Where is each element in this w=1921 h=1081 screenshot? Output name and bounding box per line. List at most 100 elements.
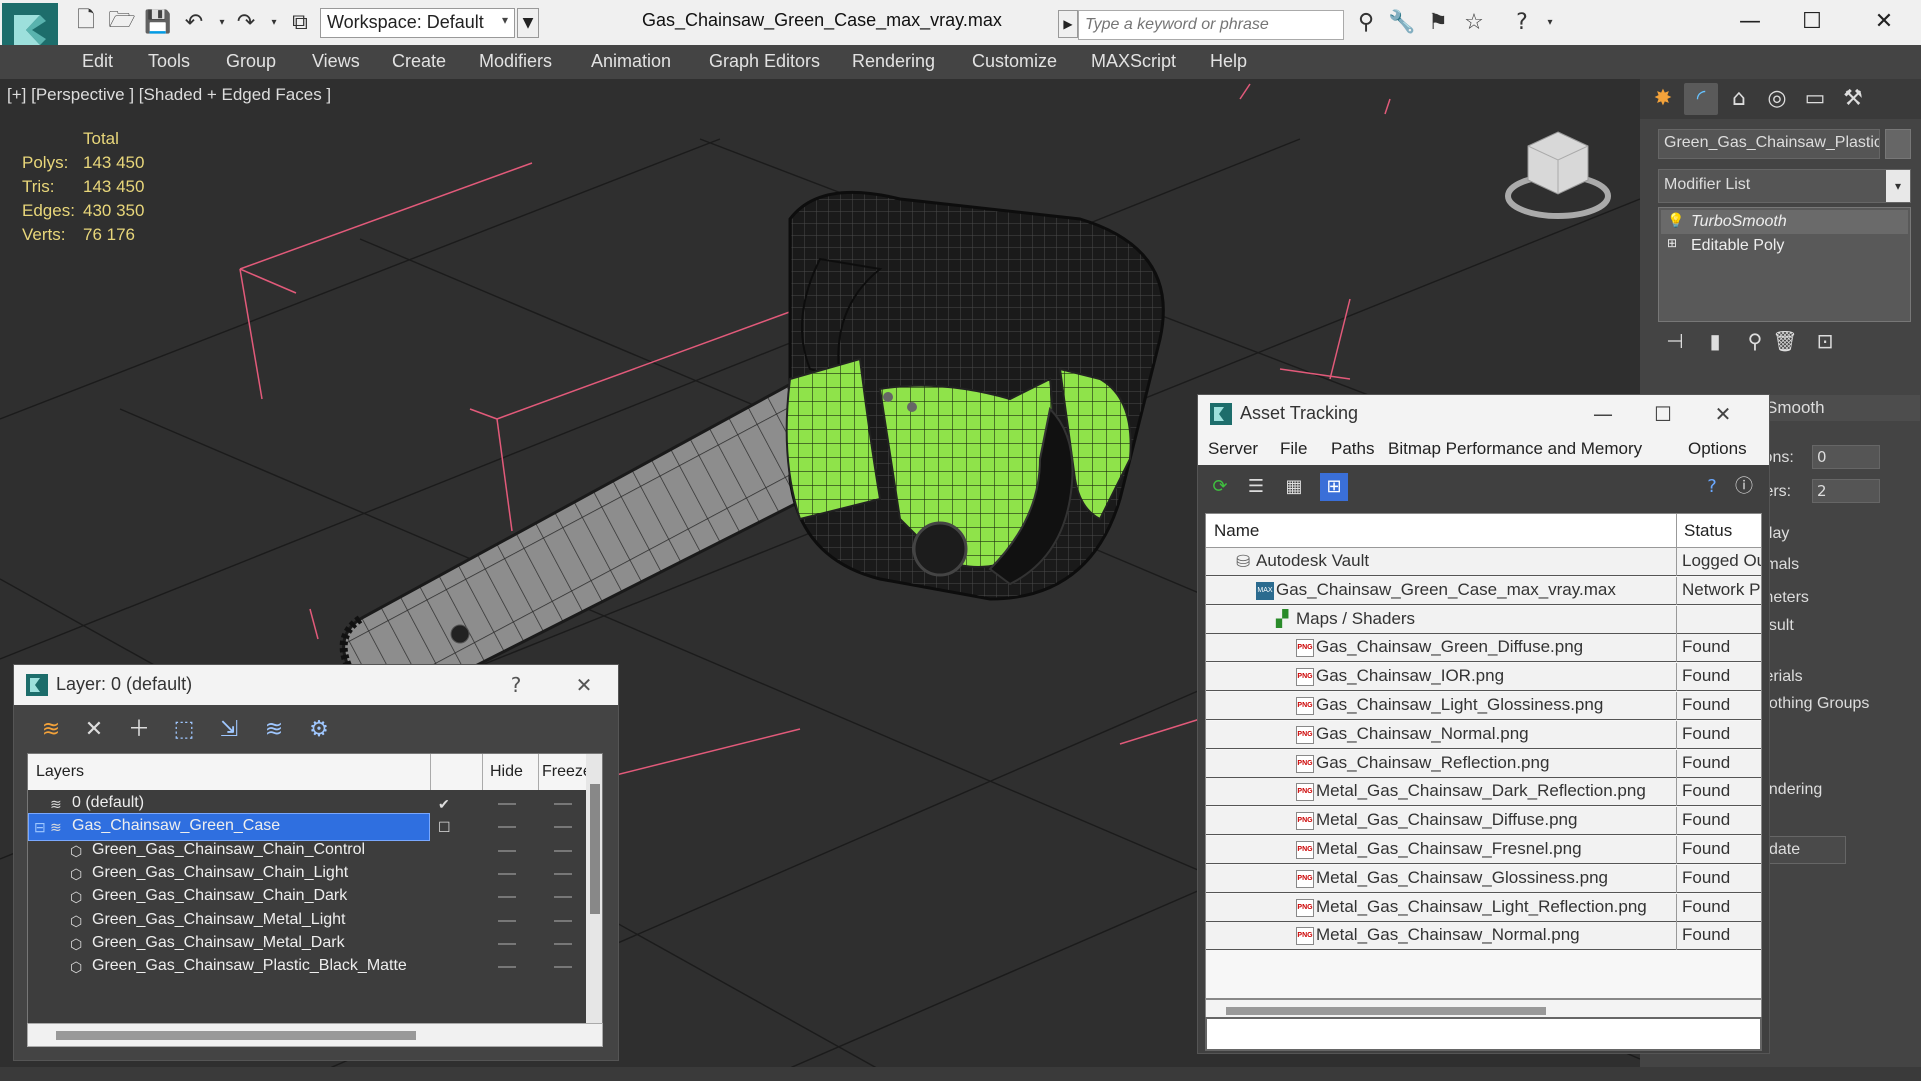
open-folder-icon[interactable]: 🗁 (108, 8, 136, 36)
select-layer-icon[interactable]: ⇲ (214, 715, 244, 745)
horizontal-scrollbar[interactable] (27, 1023, 603, 1047)
add-to-layer-icon[interactable]: ＋ (124, 715, 154, 745)
column-separator[interactable] (482, 754, 483, 790)
column-separator[interactable] (538, 754, 539, 790)
help-button[interactable]: ? (498, 670, 534, 700)
freeze-toggle[interactable] (554, 826, 572, 829)
freeze-toggle[interactable] (554, 849, 572, 852)
undo-icon[interactable]: ↶ (180, 8, 208, 36)
hide-toggle[interactable] (498, 826, 516, 829)
asset-row[interactable]: PNG Metal_Gas_Chainsaw_Fresnel.png Found (1206, 836, 1761, 864)
layer-titlebar[interactable]: Layer: 0 (default) ? ✕ (14, 665, 618, 705)
asset-tracking-titlebar[interactable]: Asset Tracking — ☐ ✕ (1198, 395, 1769, 433)
workspace-menu-button[interactable]: ▼ (517, 8, 539, 38)
freeze-toggle[interactable] (554, 919, 572, 922)
stack-item-editable-poly[interactable]: ⊞ Editable Poly (1661, 234, 1908, 258)
menu-modifiers[interactable]: Modifiers (479, 51, 552, 72)
maximize-button[interactable]: ☐ (1643, 399, 1683, 429)
tools-icon[interactable]: 🔧 (1388, 8, 1416, 36)
freeze-toggle[interactable] (554, 966, 572, 969)
scrollbar-thumb[interactable] (1226, 1007, 1546, 1015)
view-cube-icon[interactable] (1503, 124, 1613, 224)
column-freeze[interactable]: Freeze (542, 763, 592, 781)
redo-dropdown-icon[interactable]: ▾ (260, 8, 288, 36)
menu-views[interactable]: Views (312, 51, 360, 72)
freeze-toggle[interactable] (554, 872, 572, 875)
binoculars-icon[interactable]: ⚲ (1352, 8, 1380, 36)
column-layers[interactable]: Layers (36, 763, 84, 781)
asset-row[interactable]: ▞ Maps / Shaders (1206, 605, 1761, 634)
utilities-tab-icon[interactable]: ⚒ (1836, 83, 1870, 115)
thumbnail-view-icon[interactable]: ▦ (1280, 473, 1308, 501)
help-icon[interactable]: ? (1698, 473, 1726, 501)
infocenter-expand-button[interactable]: ▶ (1058, 10, 1078, 38)
delete-layer-icon[interactable]: ✕ (79, 715, 109, 745)
close-button[interactable]: ✕ (1864, 4, 1904, 40)
new-file-icon[interactable]: 🗋 (72, 8, 100, 36)
configure-sets-icon[interactable]: ⊡ (1810, 329, 1840, 359)
signin-icon[interactable]: ⚑ (1424, 8, 1452, 36)
modify-tab-icon[interactable]: ◜ (1684, 83, 1718, 115)
checkbox-icon[interactable]: ☐ (438, 819, 454, 835)
select-objects-icon[interactable]: ⬚ (169, 715, 199, 745)
menu-options[interactable]: Options (1688, 439, 1747, 459)
asset-row[interactable]: PNG Gas_Chainsaw_Normal.png Found (1206, 720, 1761, 749)
display-tab-icon[interactable]: ▭ (1798, 83, 1832, 115)
column-separator[interactable] (430, 754, 431, 790)
scrollbar-thumb[interactable] (56, 1031, 416, 1040)
scrollbar-thumb[interactable] (590, 784, 600, 914)
menu-tools[interactable]: Tools (148, 51, 190, 72)
refresh-icon[interactable]: ⟳ (1206, 473, 1234, 501)
expand-plus-icon[interactable]: ⊞ (1667, 236, 1681, 250)
hierarchy-tab-icon[interactable]: ⌂ (1722, 83, 1756, 115)
asset-row[interactable]: PNG Metal_Gas_Chainsaw_Dark_Reflection.pn… (1206, 778, 1761, 807)
menu-group[interactable]: Group (226, 51, 276, 72)
hide-toggle[interactable] (498, 966, 516, 969)
freeze-toggle[interactable] (554, 942, 572, 945)
freeze-toggle[interactable] (554, 803, 572, 805)
freeze-toggle[interactable] (554, 896, 572, 899)
menu-server[interactable]: Server (1208, 439, 1258, 459)
minimize-button[interactable]: — (1730, 4, 1770, 40)
layer-properties-icon[interactable]: ⚙ (304, 715, 334, 745)
menu-file[interactable]: File (1280, 439, 1307, 459)
save-icon[interactable]: 💾 (144, 8, 172, 36)
hide-toggle[interactable] (498, 803, 516, 805)
hide-toggle[interactable] (498, 849, 516, 852)
modifier-list-dropdown[interactable]: Modifier List ▾ (1658, 169, 1911, 203)
current-layer-icon[interactable]: ≋ (259, 715, 289, 745)
chainsaw-bar[interactable] (342, 376, 807, 706)
object-color-swatch[interactable] (1885, 129, 1911, 159)
table-view-icon[interactable]: ⊞ (1320, 473, 1348, 501)
project-folder-icon[interactable]: ⧉ (286, 8, 314, 36)
object-row[interactable]: ⬡ Green_Gas_Chainsaw_Plastic_Black_Matte (28, 953, 586, 981)
rollout-title[interactable]: Smooth (1760, 395, 1920, 421)
redo-icon[interactable]: ↷ (232, 8, 260, 36)
object-name-field[interactable]: Green_Gas_Chainsaw_Plastic_G (1658, 129, 1880, 159)
stack-item-turbosmooth[interactable]: 💡 TurboSmooth (1661, 210, 1908, 234)
asset-row[interactable]: PNG Gas_Chainsaw_Green_Diffuse.png Found (1206, 634, 1761, 663)
menu-edit[interactable]: Edit (82, 51, 113, 72)
hide-toggle[interactable] (498, 872, 516, 875)
menu-help[interactable]: Help (1210, 51, 1247, 72)
asset-row[interactable]: PNG Gas_Chainsaw_Reflection.png Found (1206, 749, 1761, 778)
menu-create[interactable]: Create (392, 51, 446, 72)
make-unique-icon[interactable]: ⚲ (1740, 329, 1770, 359)
menu-maxscript[interactable]: MAXScript (1091, 51, 1176, 72)
new-layer-icon[interactable]: ≋ (36, 715, 66, 745)
menu-paths[interactable]: Paths (1331, 439, 1374, 459)
maximize-button[interactable]: ☐ (1792, 4, 1832, 40)
workspace-dropdown[interactable]: Workspace: Default ▾ (320, 8, 515, 38)
lightbulb-icon[interactable]: 💡 (1667, 212, 1684, 228)
update-button[interactable]: date (1760, 836, 1846, 864)
menu-bitmap-performance[interactable]: Bitmap Performance and Memory (1388, 439, 1642, 459)
motion-tab-icon[interactable]: ◎ (1760, 83, 1794, 115)
asset-row[interactable]: PNG Metal_Gas_Chainsaw_Glossiness.png Foun… (1206, 864, 1761, 893)
menu-rendering[interactable]: Rendering (852, 51, 935, 72)
asset-row[interactable]: PNG Metal_Gas_Chainsaw_Normal.png Found (1206, 922, 1761, 951)
help-dropdown-icon[interactable]: ▾ (1536, 8, 1564, 36)
hide-toggle[interactable] (498, 919, 516, 922)
asset-row[interactable]: PNG Metal_Gas_Chainsaw_Light_Reflection.p… (1206, 893, 1761, 922)
favorites-star-icon[interactable]: ☆ (1460, 8, 1488, 36)
asset-row[interactable]: PNG Gas_Chainsaw_IOR.png Found (1206, 663, 1761, 692)
